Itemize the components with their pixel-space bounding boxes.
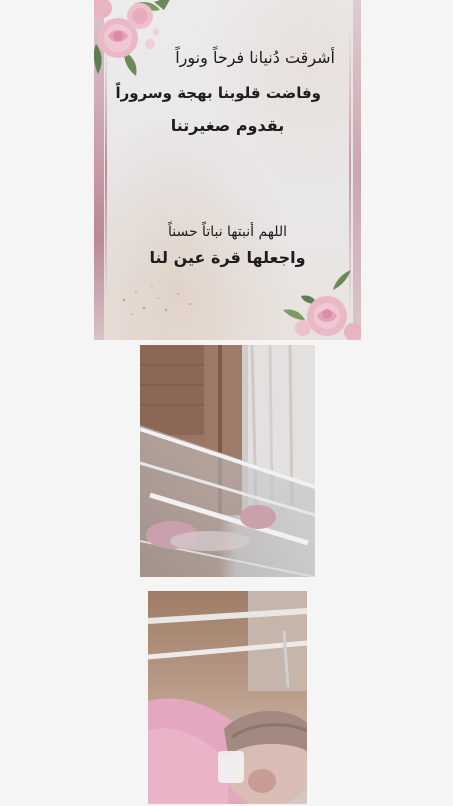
card-text-line-2: وفاضت قلوبنا بهجة وسروراً (115, 84, 321, 102)
card-text-line-5: واجعلها قرة عين لنا (149, 248, 306, 267)
newborn-closeup-photo[interactable] (148, 591, 307, 804)
closeup-photo-illustration (148, 591, 307, 804)
gold-dust-decoration (122, 285, 191, 315)
rose-bouquet-icon (94, 0, 170, 76)
card-text-line-3: بقدوم صغيرتنا (170, 116, 285, 135)
card-text-line-1: أشرقت دُنيانا فرحاً ونوراً (175, 48, 335, 67)
rose-corner-icon (283, 270, 361, 340)
page: أشرقت دُنيانا فرحاً ونوراً وفاضت قلوبنا … (0, 0, 453, 806)
newborn-bassinet-photo[interactable] (140, 345, 315, 577)
bassinet-photo-illustration (140, 345, 315, 577)
card-text-line-4: اللهم أنبتها نباتاً حسناً (167, 224, 288, 240)
greeting-card-image[interactable]: أشرقت دُنيانا فرحاً ونوراً وفاضت قلوبنا … (94, 0, 361, 340)
